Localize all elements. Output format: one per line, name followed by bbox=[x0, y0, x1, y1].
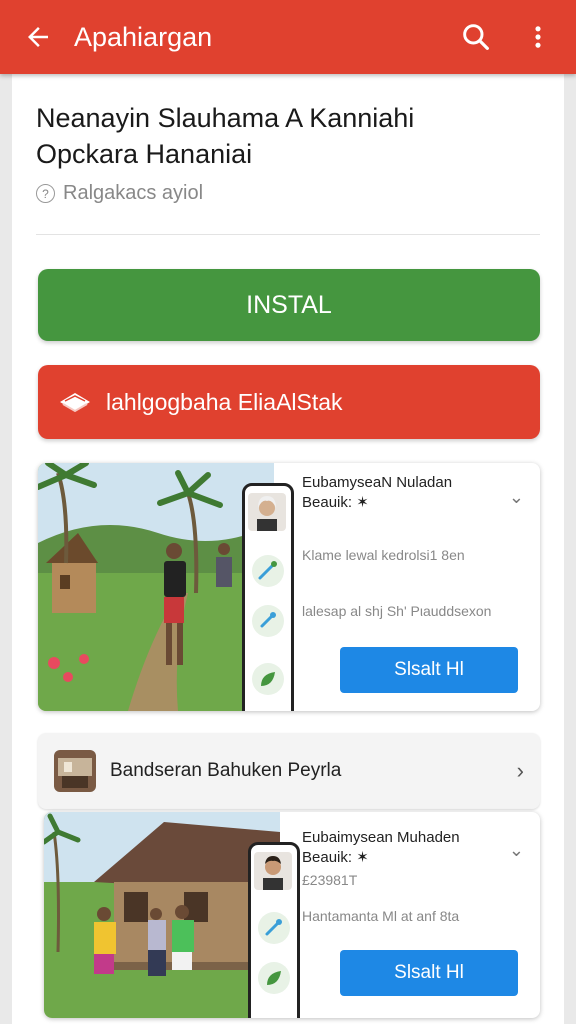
house-photo bbox=[44, 812, 280, 1018]
book-icon bbox=[58, 389, 92, 415]
card-action-button[interactable]: Slsalt Hl bbox=[340, 647, 518, 693]
card-detail-2: Hantamanta Ml at anf 8ta bbox=[302, 908, 460, 924]
subtitle-text: Ralgakacs ayiol bbox=[63, 182, 204, 204]
card-action-button[interactable]: Slsalt Hl bbox=[340, 950, 518, 996]
village-photo bbox=[38, 463, 274, 711]
app-title-line2: Opckara Hananiai bbox=[36, 139, 253, 169]
preview-card-1: EubamyseaΝ Nuladan Beauik: ✶ ⌄ Klame lew… bbox=[38, 463, 540, 711]
avatar bbox=[248, 493, 286, 531]
leaf-icon bbox=[252, 663, 284, 695]
overflow-menu-button[interactable] bbox=[518, 17, 558, 57]
more-vert-icon bbox=[535, 26, 541, 48]
chevron-right-icon: › bbox=[516, 758, 524, 783]
card-detail-1: £23981T bbox=[302, 872, 358, 888]
card-detail-2: lalesap al shj Sh' Pιauddsexon bbox=[302, 603, 492, 619]
list-item-label: Bandseran Bahuken Peyrla bbox=[110, 760, 342, 781]
card-title-line2: Beauik: ✶ bbox=[302, 849, 369, 866]
chevron-down-icon[interactable]: ⌄ bbox=[509, 840, 524, 861]
card-title: Eubaimysean Muhaden Beauik: ✶ bbox=[302, 828, 460, 868]
leaf-icon bbox=[258, 962, 290, 994]
page-title: Apahiargan bbox=[74, 21, 213, 52]
avatar bbox=[254, 852, 292, 890]
app-title-line1: Neanayin Slauhama A Kanniahi bbox=[36, 103, 415, 133]
card-title-line2: Beauik: ✶ bbox=[302, 494, 369, 511]
search-button[interactable] bbox=[456, 17, 496, 57]
divider bbox=[36, 234, 540, 235]
app-bar: Apahiargan bbox=[0, 0, 576, 74]
card-title-line1: EubamyseaΝ Nuladan bbox=[302, 474, 453, 491]
card-title-line1: Eubaimysean Muhaden bbox=[302, 829, 460, 846]
card-detail-1: Klame lewal kedrolsi1 8en bbox=[302, 547, 465, 563]
help-icon: ? bbox=[36, 184, 55, 203]
location-pin-icon bbox=[258, 912, 290, 944]
back-button[interactable] bbox=[18, 17, 58, 57]
chevron-down-icon[interactable]: ⌄ bbox=[509, 487, 524, 508]
secondary-action-button[interactable]: lahlgogbaha EliaAlStak bbox=[38, 365, 540, 439]
preview-card-2: Eubaimysean Muhaden Beauik: ✶ ⌄ £23981T … bbox=[44, 812, 540, 1018]
search-icon bbox=[463, 24, 489, 50]
install-button[interactable]: INSTAL bbox=[38, 269, 540, 341]
list-thumbnail bbox=[54, 750, 96, 792]
card-title: EubamyseaΝ Nuladan Beauik: ✶ bbox=[302, 473, 452, 513]
pin-icon bbox=[252, 605, 284, 637]
app-title: Neanayin Slauhama A Kanniahi Opckara Han… bbox=[36, 100, 536, 172]
list-item[interactable]: Bandseran Bahuken Peyrla › bbox=[38, 733, 540, 809]
arrow-left-icon bbox=[28, 27, 48, 47]
app-subtitle: ? Ralgakacs ayiol bbox=[36, 182, 203, 205]
secondary-action-label: lahlgogbaha EliaAlStak bbox=[106, 388, 343, 415]
location-pin-icon bbox=[252, 555, 284, 587]
